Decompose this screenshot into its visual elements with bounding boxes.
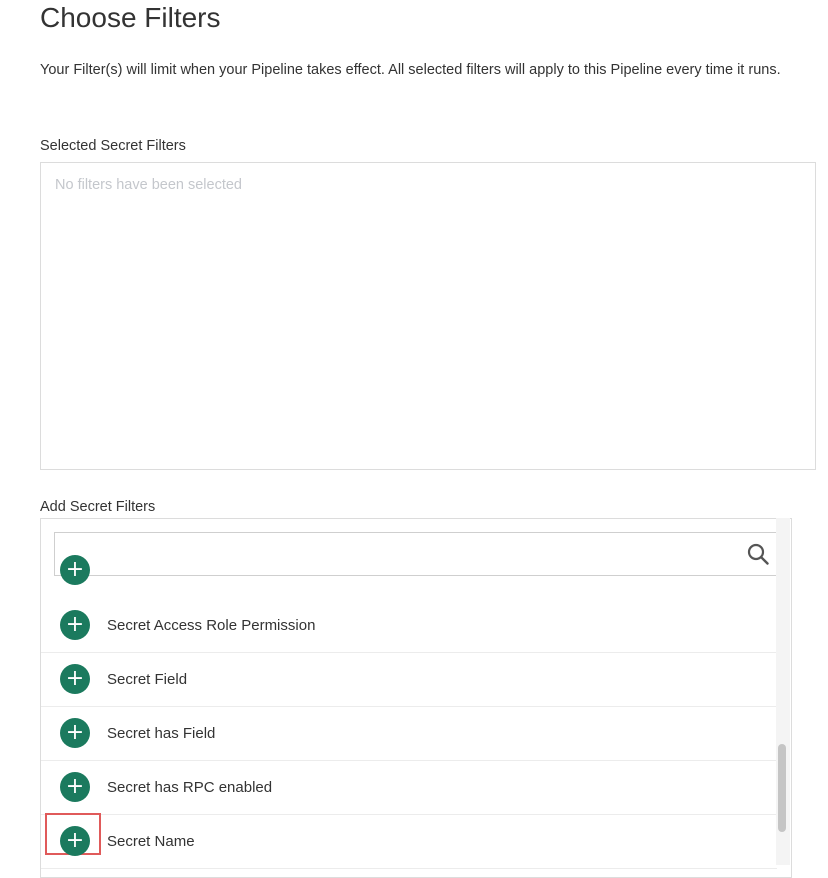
filter-list: + + Secret Access Role Permission + Secr… bbox=[41, 555, 777, 869]
add-filters-panel[interactable]: + + Secret Access Role Permission + Secr… bbox=[40, 518, 792, 878]
plus-circle-icon[interactable]: + bbox=[60, 610, 90, 640]
list-item-label: Secret has Field bbox=[107, 725, 216, 742]
plus-circle-icon[interactable]: + bbox=[60, 772, 90, 802]
list-item[interactable]: + Secret has RPC enabled bbox=[41, 761, 777, 815]
add-filters-label: Add Secret Filters bbox=[40, 499, 156, 515]
list-item[interactable]: + Secret Name bbox=[41, 813, 777, 869]
plus-circle-icon[interactable]: + bbox=[60, 718, 90, 748]
plus-circle-icon[interactable]: + bbox=[60, 826, 90, 856]
selected-filters-box: No filters have been selected bbox=[40, 162, 816, 470]
list-item-label: Secret Access Role Permission bbox=[107, 617, 316, 634]
list-item[interactable]: + Secret Access Role Permission bbox=[41, 599, 777, 653]
list-item-label: Secret Name bbox=[107, 833, 195, 850]
search-field[interactable] bbox=[54, 532, 779, 576]
list-item[interactable]: + Secret Field bbox=[41, 653, 777, 707]
scrollbar[interactable] bbox=[776, 518, 790, 865]
list-item-label: Secret Field bbox=[107, 671, 188, 688]
plus-circle-icon[interactable]: + bbox=[60, 555, 90, 585]
list-item[interactable]: + bbox=[41, 555, 777, 599]
list-item-label: Secret has RPC enabled bbox=[107, 779, 273, 796]
empty-filters-message: No filters have been selected bbox=[55, 177, 242, 193]
list-item[interactable]: + Secret has Field bbox=[41, 707, 777, 761]
selected-filters-label: Selected Secret Filters bbox=[40, 138, 186, 154]
plus-circle-icon[interactable]: + bbox=[60, 664, 90, 694]
search-icon[interactable] bbox=[746, 542, 770, 566]
scrollbar-thumb[interactable] bbox=[778, 744, 786, 832]
page-title: Choose Filters bbox=[40, 2, 221, 33]
search-input[interactable] bbox=[55, 533, 735, 575]
page-description: Your Filter(s) will limit when your Pipe… bbox=[40, 62, 781, 78]
